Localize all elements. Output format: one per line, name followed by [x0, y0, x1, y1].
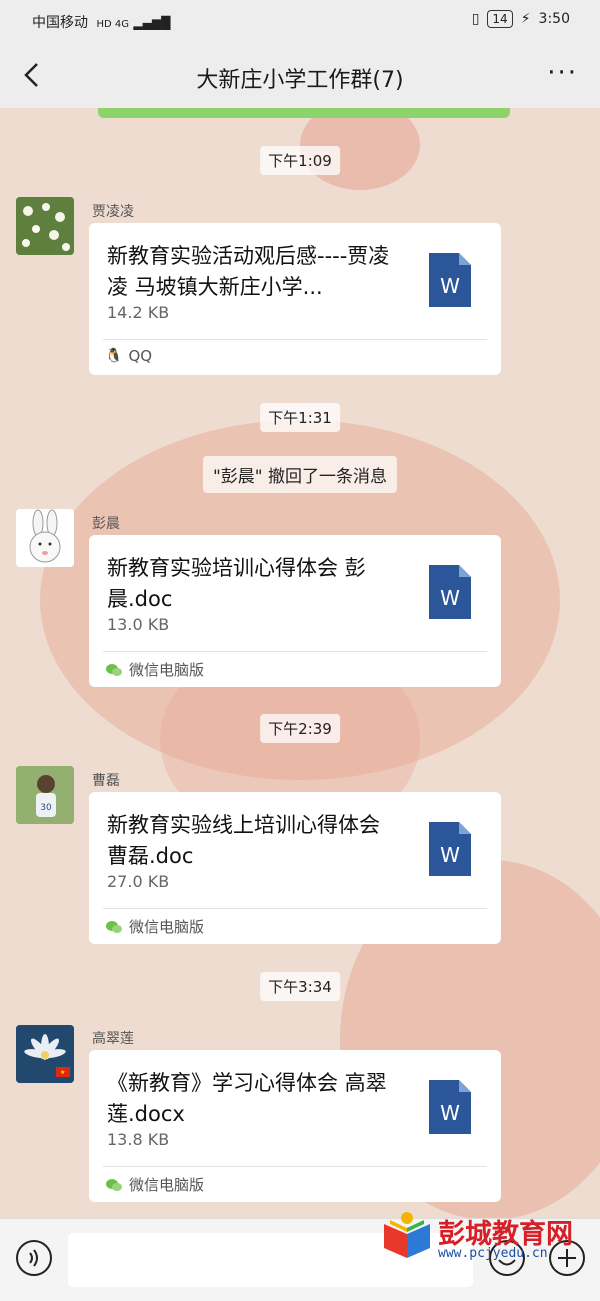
source-label: QQ	[128, 347, 153, 365]
wechat-icon	[106, 663, 122, 676]
sender-name: 彭晨	[92, 516, 120, 532]
file-size: 13.8 KB	[107, 1130, 170, 1149]
vibrate-icon: ▯	[471, 11, 480, 27]
source-label: 微信电脑版	[129, 1176, 205, 1194]
more-options-icon[interactable]: ···	[547, 58, 578, 88]
qq-icon: 🐧	[105, 348, 123, 364]
file-source: 微信电脑版	[105, 1174, 204, 1195]
sender-name: 高翠莲	[92, 1031, 134, 1047]
chat-header: 大新庄小学工作群(7) ···	[0, 42, 600, 108]
card-divider	[103, 908, 487, 909]
file-source: 微信电脑版	[105, 916, 204, 937]
flowers-avatar-icon	[16, 197, 74, 255]
child-photo-avatar-icon: 30	[16, 766, 74, 824]
avatar-gao[interactable]: ★	[16, 1025, 74, 1083]
avatar-jia[interactable]	[16, 197, 74, 255]
recall-notice: "彭晨" 撤回了一条消息	[202, 456, 398, 493]
card-divider	[103, 651, 487, 652]
file-name: 《新教育》学习心得体会 高翠莲.docx	[107, 1071, 387, 1126]
file-name: 新教育实验培训心得体会 彭晨.doc	[107, 556, 366, 611]
signal-icon: ▂▄▆█	[133, 16, 171, 30]
charging-icon: ⚡	[520, 11, 531, 27]
file-size: 27.0 KB	[107, 872, 170, 891]
svg-text:★: ★	[60, 1069, 65, 1076]
battery-icon: 14	[487, 10, 513, 28]
green-notice-bar	[98, 108, 510, 118]
sender-name: 贾凌凌	[92, 204, 134, 220]
word-letter: W	[440, 1101, 460, 1125]
file-size: 14.2 KB	[107, 303, 170, 322]
site-watermark: 彭城教育网 www.pcjyedu.cn	[380, 1210, 590, 1270]
file-message-card[interactable]: 新教育实验活动观后感----贾凌凌 马坡镇大新庄小学... 14.2 KB W …	[89, 223, 501, 375]
file-source: 🐧 QQ	[105, 347, 152, 365]
timestamp: 下午2:39	[260, 714, 340, 743]
word-document-icon: W	[429, 822, 471, 876]
clock: 3:50	[538, 11, 570, 27]
lotus-avatar-icon: ★	[16, 1025, 74, 1083]
source-label: 微信电脑版	[129, 918, 205, 936]
wechat-icon	[106, 1178, 122, 1191]
avatar-cao[interactable]: 30	[16, 766, 74, 824]
file-message-card[interactable]: 新教育实验线上培训心得体会 曹磊.doc 27.0 KB W 微信电脑版	[89, 792, 501, 944]
file-message-card[interactable]: 新教育实验培训心得体会 彭晨.doc 13.0 KB W 微信电脑版	[89, 535, 501, 687]
svg-text:30: 30	[40, 803, 52, 813]
chat-title: 大新庄小学工作群(7)	[196, 68, 404, 93]
word-letter: W	[440, 843, 460, 867]
source-label: 微信电脑版	[129, 661, 205, 679]
word-document-icon: W	[429, 1080, 471, 1134]
file-message-card[interactable]: 《新教育》学习心得体会 高翠莲.docx 13.8 KB W 微信电脑版	[89, 1050, 501, 1202]
card-divider	[103, 1166, 487, 1167]
word-letter: W	[440, 274, 460, 298]
file-name: 新教育实验线上培训心得体会 曹磊.doc	[107, 813, 380, 868]
timestamp: 下午1:31	[260, 403, 340, 432]
rabbit-avatar-icon	[16, 509, 74, 567]
network-label: HD 4G	[96, 19, 129, 30]
word-letter: W	[440, 586, 460, 610]
book-logo-icon	[384, 1212, 430, 1258]
card-divider	[103, 339, 487, 340]
status-bar: 中国移动 HD 4G ▂▄▆█ ▯ 14 ⚡ 3:50	[0, 0, 600, 42]
voice-input-icon[interactable]	[15, 1239, 53, 1277]
avatar-peng[interactable]	[16, 509, 74, 567]
timestamp: 下午1:09	[260, 146, 340, 175]
wechat-icon	[106, 920, 122, 933]
file-name: 新教育实验活动观后感----贾凌凌 马坡镇大新庄小学...	[107, 244, 390, 299]
carrier-label: 中国移动	[32, 15, 88, 31]
sender-name: 曹磊	[92, 773, 120, 789]
word-document-icon: W	[429, 253, 471, 307]
file-source: 微信电脑版	[105, 659, 204, 680]
file-size: 13.0 KB	[107, 615, 170, 634]
watermark-url: www.pcjyedu.cn	[438, 1246, 548, 1261]
word-document-icon: W	[429, 565, 471, 619]
timestamp: 下午3:34	[260, 972, 340, 1001]
